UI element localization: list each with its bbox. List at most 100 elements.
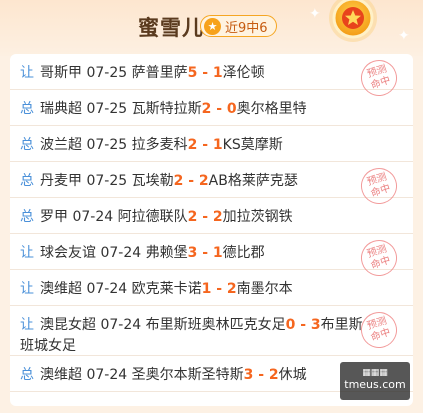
away-score: 3 [310,317,321,333]
league-name: 波兰超 [40,137,82,153]
list-item[interactable]: 总丹麦甲 07-25 瓦埃勒2 - 2AB格莱萨克瑟 预测 命中 [10,162,413,209]
sparkle-icon: ✦ [309,6,321,22]
match-text: 让澳维超 07-24 欧克莱卡诺1 - 2南墨尔本 [20,279,366,300]
bet-type-label: 总 [20,367,34,383]
home-team: 布里斯班奥林匹克女足 [145,317,286,333]
match-date: 07-25 [86,101,128,117]
list-item[interactable]: 让哥斯甲 07-25 萨普里萨5 - 1泽伦顿 预测 命中 [10,54,413,101]
league-name: 罗甲 [40,209,68,225]
bet-type-label: 总 [20,137,34,153]
home-team: 萨普里萨 [131,65,188,81]
away-score: 2 [198,173,209,189]
home-team: 弗赖堡 [145,245,188,261]
score-separator: - [197,209,213,225]
away-score: 2 [268,367,279,383]
league-name: 丹麦甲 [40,173,82,189]
match-text: 总波兰超 07-25 拉多麦科2 - 1KS莫摩斯 [20,135,366,156]
list-item[interactable]: 让球会友谊 07-24 弗赖堡3 - 1德比郡 预测 命中 [10,234,413,281]
home-score: 1 [201,281,212,297]
list-item[interactable]: 总瑞典超 07-25 瓦斯特拉斯2 - 0奥尔格里特 [10,90,413,126]
watermark-logo: ▦▦▦ [362,368,388,378]
match-date: 07-25 [86,65,128,81]
bet-type-label: 让 [20,281,34,297]
match-date: 07-24 [86,367,128,383]
away-score: 2 [212,209,223,225]
bet-type-label: 让 [20,245,34,261]
watermark: ▦▦▦ tmeus.com [340,362,410,400]
away-score: 1 [212,65,223,81]
league-name: 澳维超 [40,281,82,297]
sparkle-icon: ✦ [398,28,410,44]
away-team: 德比郡 [222,245,265,261]
match-text: 总澳维超 07-24 圣奥尔本斯圣特斯3 - 2休城 [20,365,366,386]
home-score: 2 [187,209,198,225]
home-team: 瓦斯特拉斯 [131,101,202,117]
star-icon: ★ [204,17,221,35]
bet-type-label: 总 [20,209,34,225]
home-score: 2 [187,137,198,153]
away-team: 加拉茨钢铁 [222,209,293,225]
match-date: 07-25 [86,173,128,189]
record-badge: ★ 近9中6 [200,15,277,37]
prediction-list: 让哥斯甲 07-25 萨普里萨5 - 1泽伦顿 预测 命中总瑞典超 07-25 瓦斯… [10,54,413,406]
home-team: 阿拉德联队 [117,209,188,225]
page-title: 蜜雪儿 [138,16,204,40]
match-date: 07-24 [86,281,128,297]
home-score: 2 [201,101,212,117]
bet-type-label: 让 [20,65,34,81]
away-team: 奥尔格里特 [236,101,307,117]
home-team: 圣奥尔本斯圣特斯 [131,367,244,383]
score-separator: - [211,101,227,117]
away-team: AB格莱萨克瑟 [208,173,298,189]
home-score: 0 [285,317,296,333]
match-text: 让澳昆女超 07-24 布里斯班奥林匹克女足0 - 3布里斯班城女足 [20,315,366,357]
away-score: 1 [212,245,223,261]
home-team: 瓦埃勒 [131,173,174,189]
away-score: 0 [226,101,237,117]
score-separator: - [253,367,269,383]
score-separator: - [183,173,199,189]
league-name: 哥斯甲 [40,65,82,81]
score-separator: - [197,245,213,261]
away-team: KS莫摩斯 [222,137,283,153]
list-item[interactable]: 总波兰超 07-25 拉多麦科2 - 1KS莫摩斯 [10,126,413,162]
league-name: 球会友谊 [40,245,96,261]
away-team: 南墨尔本 [236,281,293,297]
record-badge-label: 近9中6 [225,20,268,36]
score-separator: - [197,65,213,81]
home-team: 欧克莱卡诺 [131,281,202,297]
header: 蜜雪儿 ★ 近9中6 ✦ ✦ [0,0,423,56]
home-score: 2 [173,173,184,189]
match-date: 07-24 [100,245,142,261]
list-item[interactable]: 让澳昆女超 07-24 布里斯班奥林匹克女足0 - 3布里斯班城女足 预测 命中 [10,306,413,356]
home-score: 3 [243,367,254,383]
score-separator: - [197,137,213,153]
match-text: 让哥斯甲 07-25 萨普里萨5 - 1泽伦顿 [20,63,366,84]
away-score: 1 [212,137,223,153]
home-team: 拉多麦科 [131,137,188,153]
bet-type-label: 让 [20,317,34,333]
list-item[interactable]: 让澳维超 07-24 欧克莱卡诺1 - 2南墨尔本 [10,270,413,306]
match-date: 07-25 [86,137,128,153]
league-name: 瑞典超 [40,101,82,117]
away-team: 泽伦顿 [222,65,265,81]
match-text: 总丹麦甲 07-25 瓦埃勒2 - 2AB格莱萨克瑟 [20,171,366,192]
watermark-text: tmeus.com [344,378,406,391]
away-team: 休城 [278,367,307,383]
match-text: 让球会友谊 07-24 弗赖堡3 - 1德比郡 [20,243,366,264]
league-name: 澳昆女超 [40,317,96,333]
score-separator: - [295,317,311,333]
bet-type-label: 总 [20,173,34,189]
match-text: 总瑞典超 07-25 瓦斯特拉斯2 - 0奥尔格里特 [20,99,366,120]
score-separator: - [211,281,227,297]
bet-type-label: 总 [20,101,34,117]
home-score: 3 [187,245,198,261]
match-text: 总罗甲 07-24 阿拉德联队2 - 2加拉茨钢铁 [20,207,366,228]
medal-icon [329,0,377,42]
list-item[interactable]: 总罗甲 07-24 阿拉德联队2 - 2加拉茨钢铁 [10,198,413,234]
home-score: 5 [187,65,198,81]
away-score: 2 [226,281,237,297]
match-date: 07-24 [100,317,142,333]
league-name: 澳维超 [40,367,82,383]
match-date: 07-24 [72,209,114,225]
